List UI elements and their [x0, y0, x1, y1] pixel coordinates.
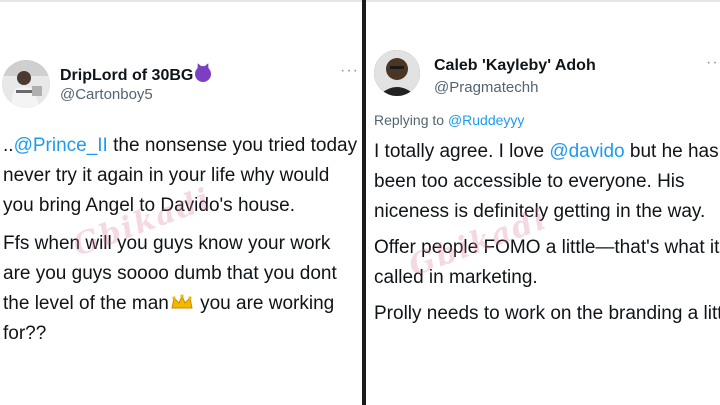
tweet-paragraph: Ffs when will you guys know your work ar…	[3, 233, 337, 344]
right-tweet-card: Caleb 'Kayleby' Adoh @Pragmatechh ··· Re…	[366, 0, 720, 405]
display-name[interactable]: DripLord of 30BG	[60, 66, 212, 85]
avatar-photo-icon	[2, 60, 50, 108]
mention-link[interactable]: @davido	[549, 141, 624, 162]
top-border	[366, 0, 720, 2]
avatar-photo-icon	[374, 50, 420, 96]
display-name[interactable]: Caleb 'Kayleby' Adoh	[434, 57, 596, 75]
user-handle[interactable]: @Cartonboy5	[60, 86, 153, 103]
replying-to: Replying to @Ruddeyyy	[374, 112, 525, 128]
tweet-text: ..@Prince_II the nonsense you tried toda…	[3, 131, 361, 349]
more-icon[interactable]: ···	[706, 54, 720, 72]
left-tweet-card: DripLord of 30BG @Cartonboy5 ··· ..@Prin…	[0, 0, 362, 405]
devil-emoji-icon	[195, 66, 212, 82]
avatar[interactable]	[2, 60, 50, 108]
more-icon[interactable]: ···	[340, 62, 359, 80]
crown-icon	[171, 294, 193, 309]
tweet-paragraph: Prolly needs to work on the branding a l…	[374, 303, 720, 324]
avatar[interactable]	[374, 50, 420, 96]
top-border	[0, 0, 362, 2]
tweet-paragraph: I totally agree. I love @davido but he h…	[374, 141, 719, 222]
mention-link[interactable]: @Prince_II	[14, 135, 108, 156]
mention-link[interactable]: @Ruddeyyy	[448, 112, 524, 128]
user-handle[interactable]: @Pragmatechh	[434, 79, 538, 96]
